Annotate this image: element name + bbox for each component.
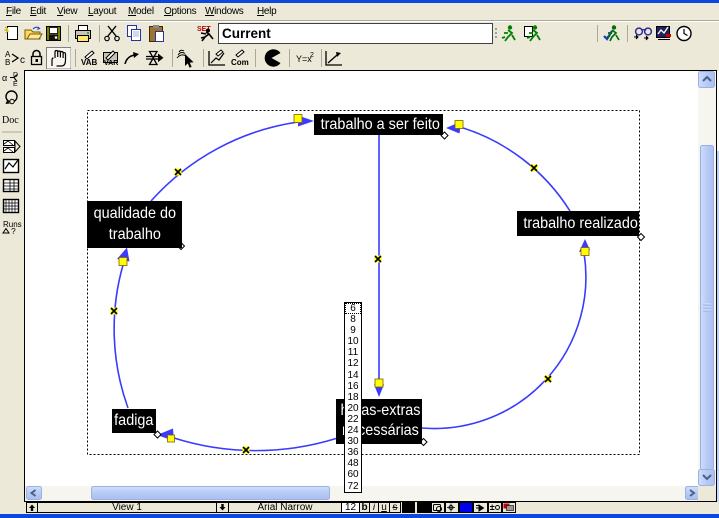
svg-text:?: ?: [11, 226, 16, 236]
svg-text:VAR: VAR: [104, 60, 118, 67]
svg-text:c: c: [20, 55, 25, 66]
svg-text:2: 2: [310, 52, 314, 59]
svg-text:VAB: VAB: [81, 58, 98, 67]
svg-text:Doc: Doc: [2, 115, 19, 126]
svg-text:E: E: [13, 81, 18, 88]
svg-text:B: B: [5, 58, 10, 67]
svg-text:α: α: [2, 73, 7, 83]
svg-text:D: D: [13, 72, 18, 79]
svg-text:Com: Com: [231, 58, 249, 67]
